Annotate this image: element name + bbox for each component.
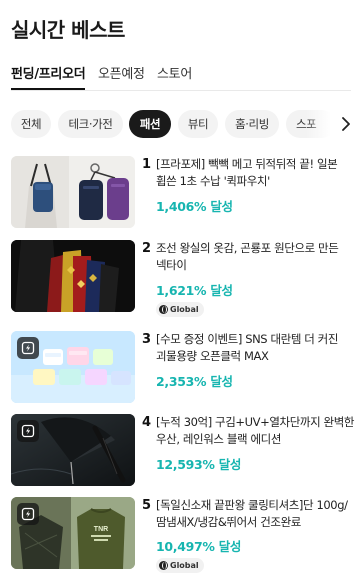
category-chip-row: 전체 테크·가전 패션 뷰티 홈·리빙 스포 (0, 110, 361, 138)
product-title[interactable]: [프라포제] 빽빽 메고 뒤적뒤적 끝! 일본 휩쓴 1초 수납 '퀵파우치' (156, 156, 356, 190)
funding-rate: 10,497% 달성 (156, 539, 242, 554)
funding-rate: 1,621% 달성 (156, 283, 233, 298)
rank-number: 5 (142, 498, 152, 513)
product-thumbnail[interactable] (11, 331, 135, 403)
global-badge-label: Global (170, 305, 199, 314)
flash-icon (17, 503, 39, 525)
product-thumbnail[interactable] (11, 414, 135, 486)
tab-coming-soon[interactable]: 오픈예정 (98, 63, 145, 82)
tab-funding-preorder[interactable]: 펀딩/프리오더 (11, 63, 86, 90)
product-title[interactable]: [누적 30억] 구김+UV+열차단까지 완벽한 우산, 레인워스 블랙 에디션 (156, 414, 356, 448)
globe-icon (159, 561, 168, 570)
global-badge: Global (156, 302, 204, 317)
product-item-2[interactable]: 2 조선 왕실의 옷감, 곤룡포 원단으로 만든 넥타이 1,621% 달성 G… (11, 240, 356, 317)
flash-icon (17, 420, 39, 442)
funding-rate: 2,353% 달성 (156, 374, 233, 389)
category-chip-tech[interactable]: 테크·가전 (58, 110, 123, 138)
product-thumbnail[interactable] (11, 156, 135, 228)
rank-number: 4 (142, 415, 152, 430)
tab-store[interactable]: 스토어 (157, 63, 192, 82)
chevron-right-icon[interactable] (335, 113, 357, 135)
flash-icon (17, 337, 39, 359)
product-item-1[interactable]: 1 [프라포제] 빽빽 메고 뒤적뒤적 끝! 일본 휩쓴 1초 수납 '퀵파우치… (11, 156, 356, 230)
funding-rate: 12,593% 달성 (156, 457, 242, 472)
product-item-5[interactable]: TNR 5 [독일신소재 끝판왕 쿨링티셔츠]단 100g/땀냄새X/냉감&뛰어… (11, 497, 356, 573)
rank-number: 2 (142, 241, 152, 256)
global-badge: Global (156, 558, 204, 573)
global-badge-label: Global (170, 561, 199, 570)
funding-rate: 1,406% 달성 (156, 199, 233, 214)
category-chip-beauty[interactable]: 뷰티 (178, 110, 218, 138)
product-item-4[interactable]: 4 [누적 30억] 구김+UV+열차단까지 완벽한 우산, 레인워스 블랙 에… (11, 414, 356, 488)
tshirt-print-text: TNR (94, 526, 108, 533)
product-thumbnail[interactable]: TNR (11, 497, 135, 569)
product-title[interactable]: 조선 왕실의 옷감, 곤룡포 원단으로 만든 넥타이 (156, 240, 356, 274)
main-tab-bar: 펀딩/프리오더 오픈예정 스토어 (11, 63, 351, 91)
category-chip-all[interactable]: 전체 (11, 110, 51, 138)
product-thumbnail[interactable] (11, 240, 135, 312)
page-title: 실시간 베스트 (11, 18, 125, 42)
product-title[interactable]: [독일신소재 끝판왕 쿨링티셔츠]단 100g/땀냄새X/냉감&뛰어서 건조완료 (156, 497, 356, 531)
rank-number: 3 (142, 332, 152, 347)
category-chip-home-living[interactable]: 홈·리빙 (225, 110, 279, 138)
rank-number: 1 (142, 157, 152, 172)
globe-icon (159, 305, 168, 314)
product-title[interactable]: [수모 증정 이벤트] SNS 대란템 더 커진 괴물용량 오픈클럭 MAX (156, 331, 356, 365)
product-item-3[interactable]: 3 [수모 증정 이벤트] SNS 대란템 더 커진 괴물용량 오픈클럭 MAX… (11, 331, 356, 405)
category-chip-fashion[interactable]: 패션 (129, 110, 171, 138)
